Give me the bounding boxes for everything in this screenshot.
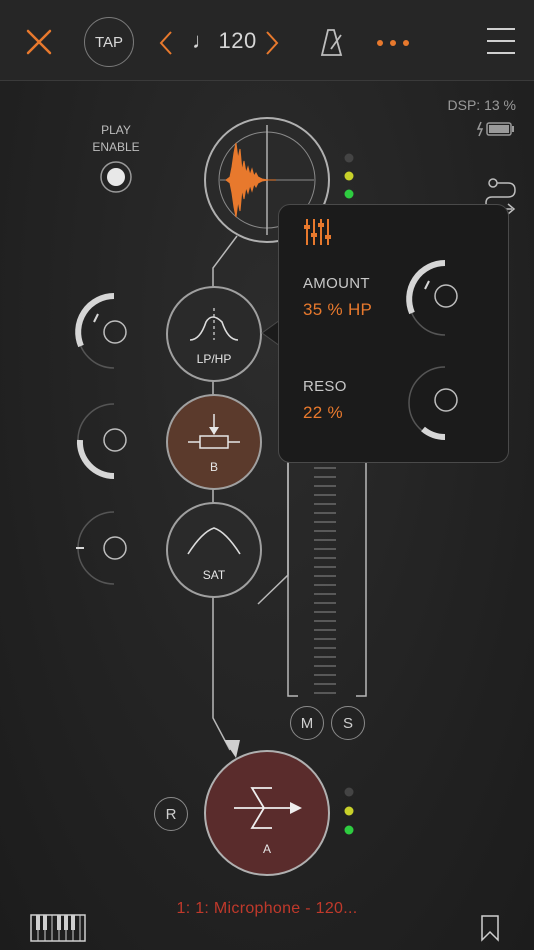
filter-settings-popup: AMOUNT 35 % HP RESO 22 %	[278, 204, 509, 463]
filter-node-label: LP/HP	[196, 352, 232, 366]
output-level-leds	[344, 787, 354, 835]
filter-knob[interactable]	[74, 292, 154, 372]
sat-knob[interactable]	[74, 508, 154, 588]
potentiometer-icon	[188, 414, 240, 449]
reso-value: 22 %	[303, 403, 343, 422]
volume-fader[interactable]	[306, 460, 344, 698]
mute-button[interactable]: M	[290, 706, 324, 740]
b-node-label: B	[209, 460, 218, 474]
record-button[interactable]: R	[154, 797, 188, 831]
fader-ticks	[314, 467, 336, 694]
mixer-node[interactable]: A	[204, 750, 330, 876]
bookmark-icon[interactable]	[480, 914, 500, 942]
sum-arrow-icon	[234, 787, 302, 829]
filter-node[interactable]: LP/HP	[166, 286, 262, 382]
amount-knob[interactable]	[405, 259, 485, 339]
saturation-curve-icon	[187, 527, 241, 555]
b-node[interactable]: B	[166, 394, 262, 490]
reso-label: RESO	[303, 378, 347, 395]
input-level-leds	[344, 153, 354, 199]
solo-button[interactable]: S	[331, 706, 365, 740]
solo-label: S	[342, 714, 353, 732]
reso-knob[interactable]	[405, 363, 485, 443]
mixer-node-label: A	[262, 842, 271, 856]
piano-keyboard-icon[interactable]	[30, 914, 86, 942]
sliders-icon[interactable]	[303, 217, 331, 247]
record-label: R	[165, 805, 177, 823]
amount-label: AMOUNT	[303, 275, 370, 292]
popup-pointer	[261, 319, 280, 347]
amount-value: 35 % HP	[303, 300, 373, 319]
b-knob[interactable]	[74, 400, 154, 480]
sat-node-label: SAT	[202, 568, 226, 582]
sat-node[interactable]: SAT	[166, 502, 262, 598]
filter-curve-icon	[189, 308, 239, 341]
mute-label: M	[300, 714, 314, 732]
